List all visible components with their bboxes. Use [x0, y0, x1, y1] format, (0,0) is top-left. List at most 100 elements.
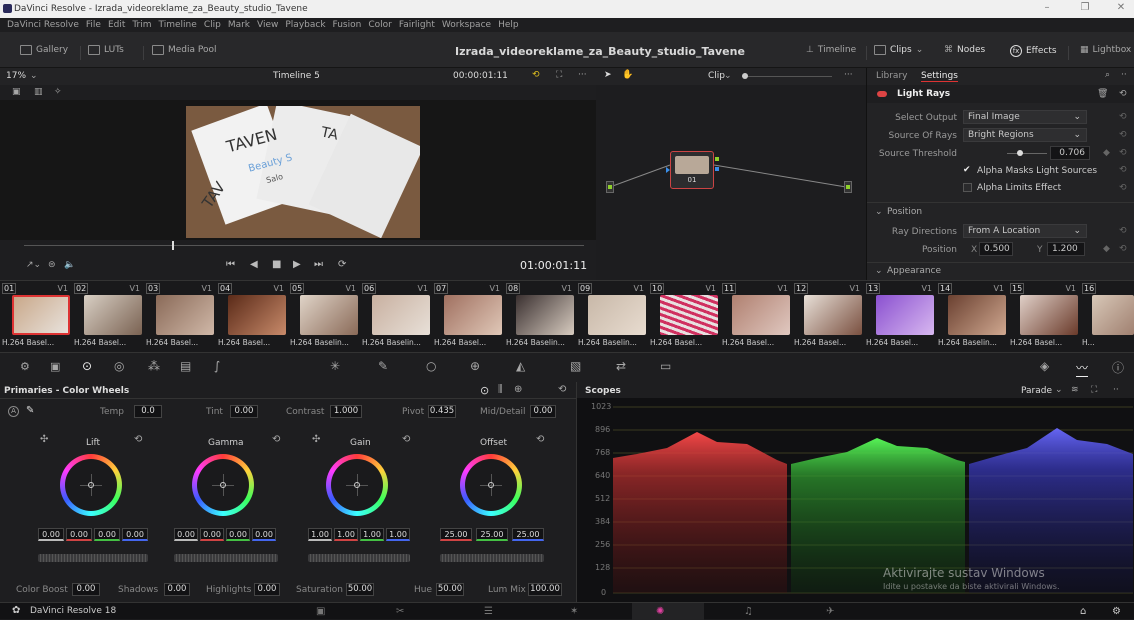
clips-button[interactable]: Clips ⌄: [874, 45, 923, 55]
minimize-icon[interactable]: –: [1040, 2, 1054, 16]
deliver-page-icon[interactable]: ✈: [826, 606, 834, 617]
reset-icon[interactable]: ⟲: [1119, 183, 1127, 193]
chevron-down-icon[interactable]: ⌄: [875, 266, 883, 276]
node-zoom-handle[interactable]: [742, 73, 748, 79]
node-zoom-slider[interactable]: [742, 76, 832, 77]
trash-icon[interactable]: 🗑: [1097, 89, 1108, 99]
gamma-b-field[interactable]: 0.00: [252, 528, 276, 541]
clip-thumbnail[interactable]: 03 V1 H.264 Basel...: [144, 281, 216, 353]
menu-color[interactable]: Color: [368, 20, 392, 30]
color-boost-field[interactable]: 0.00: [72, 583, 100, 596]
offset-master-wheel[interactable]: [440, 554, 544, 562]
menu-davinci[interactable]: DaVinci Resolve: [7, 20, 79, 30]
effects-button[interactable]: fx Effects: [1010, 45, 1057, 57]
reset-icon[interactable]: ⟲: [402, 434, 410, 445]
timeline-select[interactable]: Timeline 5: [273, 71, 320, 81]
reset-icon[interactable]: ⟲: [1119, 112, 1127, 122]
menu-fairlight[interactable]: Fairlight: [399, 20, 435, 30]
menu-help[interactable]: Help: [498, 20, 519, 30]
link-icon[interactable]: ⊜: [48, 260, 56, 270]
close-icon[interactable]: ✕: [1114, 2, 1128, 16]
gain-b-field[interactable]: 1.00: [386, 528, 410, 541]
nodes-button[interactable]: ⌘ Nodes: [944, 45, 985, 55]
fairlight-page-icon[interactable]: ♫: [744, 606, 753, 617]
maximize-icon[interactable]: ❐: [1078, 2, 1092, 16]
mid-detail-field[interactable]: 0.00: [530, 405, 556, 418]
reset-icon[interactable]: ⟲: [1119, 226, 1127, 236]
lift-master-wheel[interactable]: [38, 554, 148, 562]
loop-icon[interactable]: ⟳: [338, 259, 346, 270]
scrubber-track[interactable]: [24, 245, 584, 246]
skip-forward-icon[interactable]: ⏭: [314, 259, 323, 270]
gamma-r-field[interactable]: 0.00: [200, 528, 224, 541]
tool-select-icon[interactable]: ↗⌄: [26, 260, 41, 270]
curves-icon[interactable]: ∫: [214, 359, 220, 373]
menu-playback[interactable]: Playback: [285, 20, 325, 30]
menu-file[interactable]: File: [86, 20, 101, 30]
pivot-field[interactable]: 0.435: [428, 405, 456, 418]
clip-thumbnail[interactable]: 10 V1 H.264 Basel...: [648, 281, 720, 353]
color-match-icon[interactable]: ▣: [50, 360, 60, 373]
home-icon[interactable]: ⌂: [1080, 606, 1086, 617]
offset-b-field[interactable]: 25.00: [512, 528, 544, 541]
reset-icon[interactable]: ⟲: [272, 434, 280, 445]
clip-thumbnail[interactable]: 13 V1 H.264 Basel...: [864, 281, 936, 353]
appearance-section[interactable]: Appearance: [887, 266, 941, 276]
clip-thumbnail[interactable]: 15 V1 H.264 Basel...: [1008, 281, 1080, 353]
reset-icon[interactable]: ⟲: [1119, 244, 1127, 254]
camera-raw-icon[interactable]: ⚙: [20, 360, 30, 373]
clip-thumbnail[interactable]: 02 V1 H.264 Basel...: [72, 281, 144, 353]
menu-view[interactable]: View: [257, 20, 278, 30]
log-mode-icon[interactable]: ⊕: [514, 384, 522, 395]
color-wheels-mode-icon[interactable]: ⊙: [480, 384, 489, 397]
alpha-masks-checkbox[interactable]: ✔: [963, 165, 971, 175]
reset-icon[interactable]: ⟲: [1119, 89, 1127, 99]
lightbox-button[interactable]: ▦ Lightbox: [1080, 45, 1131, 55]
menu-clip[interactable]: Clip: [204, 20, 221, 30]
window-icon[interactable]: ○: [426, 359, 436, 373]
gain-r-field[interactable]: 1.00: [334, 528, 358, 541]
effect-enable-toggle[interactable]: [877, 91, 887, 97]
threshold-handle[interactable]: [1017, 150, 1023, 156]
chevron-down-icon[interactable]: ⌄: [875, 207, 883, 217]
key-icon[interactable]: ⇄: [616, 359, 626, 373]
bars-mode-icon[interactable]: ⫼: [498, 384, 503, 395]
scrubber-playhead[interactable]: [172, 241, 174, 250]
tracker-icon[interactable]: ⊕: [470, 359, 480, 373]
reset-icon[interactable]: ⟲: [1119, 148, 1127, 158]
menu-workspace[interactable]: Workspace: [442, 20, 491, 30]
color-wheels-icon[interactable]: ⊙: [82, 359, 92, 373]
reset-icon[interactable]: ⟲: [558, 384, 566, 395]
playhead-sync-icon[interactable]: ⟲: [532, 70, 540, 80]
more-icon[interactable]: ··: [1121, 70, 1127, 80]
highlights-field[interactable]: 0.00: [254, 583, 280, 596]
highlight-icon[interactable]: ✧: [54, 87, 62, 97]
gamma-master-wheel[interactable]: [174, 554, 278, 562]
menu-mark[interactable]: Mark: [228, 20, 250, 30]
ray-directions-dropdown[interactable]: From A Location ⌄: [963, 224, 1087, 238]
clip-thumbnail[interactable]: 01 V1 H.264 Basel...: [0, 281, 72, 353]
info-icon[interactable]: ⓘ: [1112, 359, 1124, 376]
play-icon[interactable]: ▶: [293, 259, 301, 270]
magic-mask-icon[interactable]: ◭: [516, 359, 525, 373]
clip-thumbnail[interactable]: 12 V1 H.264 Basel...: [792, 281, 864, 353]
clip-thumbnail[interactable]: 08 V1 H.264 Baselin...: [504, 281, 576, 353]
clip-thumbnail[interactable]: 16 H...: [1080, 281, 1134, 353]
select-output-dropdown[interactable]: Final Image ⌄: [963, 110, 1087, 124]
node-01[interactable]: 01: [670, 151, 714, 189]
lift-b-field[interactable]: 0.00: [122, 528, 148, 541]
node-input[interactable]: [606, 181, 614, 193]
shadows-field[interactable]: 0.00: [164, 583, 190, 596]
split-screen-icon[interactable]: ▥: [34, 87, 43, 97]
clip-thumbnail[interactable]: 11 V1 H.264 Basel...: [720, 281, 792, 353]
keyframe-icon[interactable]: ◆: [1103, 148, 1110, 158]
keyframe-icon[interactable]: ◆: [1103, 244, 1110, 254]
tab-settings[interactable]: Settings: [921, 71, 958, 82]
gain-wheel[interactable]: [326, 454, 388, 516]
tint-field[interactable]: 0.00: [230, 405, 258, 418]
media-pool-button[interactable]: Media Pool: [152, 45, 217, 55]
lift-g-field[interactable]: 0.00: [94, 528, 120, 541]
viewer-timecode[interactable]: 00:00:01:11: [453, 71, 508, 81]
node-editor[interactable]: 01: [596, 85, 866, 280]
saturation-field[interactable]: 50.00: [346, 583, 374, 596]
